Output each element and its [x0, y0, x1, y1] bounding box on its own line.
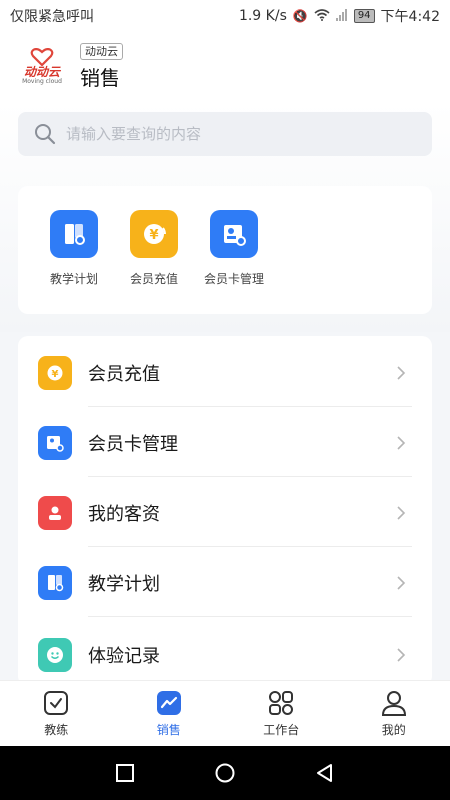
wifi-icon	[314, 8, 330, 24]
teaching-plan-icon	[38, 566, 72, 600]
brand-badge: 动动云	[80, 43, 123, 60]
status-indicators: 1.9 K/s 🔇 94 下午4:42	[239, 6, 440, 26]
coach-icon	[44, 691, 69, 715]
sales-icon	[156, 691, 181, 715]
nav-tab-profile[interactable]: 我的	[338, 681, 450, 746]
recent-apps-icon[interactable]	[114, 762, 136, 784]
member-recharge-icon: ¥	[130, 210, 178, 258]
network-speed: 1.9 K/s	[238, 8, 287, 24]
member-card-icon	[210, 210, 258, 258]
quick-action-label: 会员卡管理	[203, 272, 264, 286]
nav-label: 工作台	[263, 723, 300, 737]
nav-label: 销售	[156, 723, 181, 737]
quick-action-label: 会员充值	[129, 272, 178, 286]
chevron-right-icon	[397, 576, 406, 590]
app-header: 动动云 Moving cloud 动动云 销售	[0, 32, 450, 102]
list-item-label: 会员卡管理	[88, 434, 178, 455]
chevron-right-icon	[397, 436, 406, 450]
list-item-experience-record[interactable]: 体验记录	[18, 620, 432, 686]
quick-action-label: 教学计划	[49, 272, 98, 286]
logo-text: 动动云	[23, 65, 60, 79]
divider	[88, 616, 412, 617]
chevron-right-icon	[397, 366, 406, 380]
svg-text:¥: ¥	[52, 369, 59, 380]
menu-list: ¥ 会员充值 会员卡管理 我的客资 教学计划 体验记录	[18, 336, 432, 686]
mute-icon: 🔇	[292, 9, 308, 23]
quick-action-member-card[interactable]: 会员卡管理	[194, 210, 274, 314]
quick-action-member-recharge[interactable]: ¥ 会员充值	[114, 210, 194, 314]
member-card-icon	[38, 426, 72, 460]
system-nav-bar	[0, 746, 450, 800]
list-item-label: 会员充值	[88, 364, 160, 385]
list-item-my-customers[interactable]: 我的客资	[18, 478, 432, 548]
back-icon[interactable]	[314, 762, 336, 784]
profile-icon	[381, 691, 406, 716]
heart-logo-icon	[30, 48, 54, 66]
nav-label: 我的	[381, 723, 406, 737]
nav-tab-sales[interactable]: 销售	[113, 681, 226, 746]
list-item-label: 体验记录	[88, 646, 160, 667]
status-bar: 仅限紧急呼叫 1.9 K/s 🔇 94 下午4:42	[0, 0, 450, 32]
nav-tab-workbench[interactable]: 工作台	[225, 681, 338, 746]
divider	[88, 406, 412, 407]
nav-tab-coach[interactable]: 教练	[0, 681, 113, 746]
quick-action-teaching-plan[interactable]: 教学计划	[34, 210, 114, 314]
divider	[88, 546, 412, 547]
signal-icon	[335, 8, 348, 24]
list-item-member-card[interactable]: 会员卡管理	[18, 408, 432, 478]
search-input[interactable]	[66, 125, 406, 143]
quick-actions-panel: 教学计划 ¥ 会员充值 会员卡管理	[18, 186, 432, 314]
chevron-right-icon	[397, 506, 406, 520]
bottom-nav: 教练 销售 工作台 我的	[0, 680, 450, 746]
search-icon	[35, 124, 56, 145]
list-item-member-recharge[interactable]: ¥ 会员充值	[18, 338, 432, 408]
member-recharge-icon: ¥	[38, 356, 72, 390]
teaching-plan-icon	[50, 210, 98, 258]
nav-label: 教练	[44, 723, 69, 737]
app-logo: 动动云 Moving cloud	[18, 43, 66, 91]
search-bar[interactable]	[18, 112, 432, 156]
list-item-label: 教学计划	[88, 574, 160, 595]
experience-record-icon	[38, 638, 72, 672]
chevron-right-icon	[397, 648, 406, 662]
logo-subtitle: Moving cloud	[22, 78, 62, 85]
list-item-label: 我的客资	[88, 504, 160, 525]
page-title: 销售	[80, 66, 120, 90]
carrier-text: 仅限紧急呼叫	[10, 9, 94, 25]
list-item-teaching-plan[interactable]: 教学计划	[18, 548, 432, 618]
customer-icon	[38, 496, 72, 530]
clock: 下午4:42	[380, 9, 440, 25]
divider	[88, 476, 412, 477]
home-icon[interactable]	[214, 762, 236, 784]
svg-text:¥: ¥	[149, 228, 158, 243]
workbench-icon	[269, 691, 294, 715]
battery-icon: 94	[353, 9, 375, 23]
